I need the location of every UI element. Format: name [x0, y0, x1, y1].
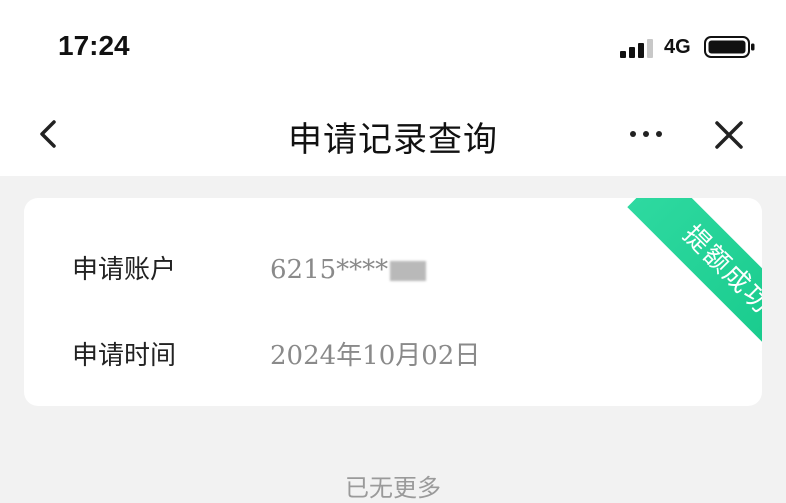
close-button[interactable] [708, 114, 750, 156]
time-value: 2024年10月02日 [270, 341, 481, 371]
masked-digits [390, 261, 427, 281]
page-title: 申请记录查询 [288, 120, 498, 160]
network-type: 4G [664, 36, 691, 58]
status-time: 17:24 [58, 30, 130, 61]
status-bar: 17:24 4G [0, 0, 786, 92]
battery-icon [704, 36, 755, 58]
more-options-button[interactable] [624, 118, 668, 150]
account-value: 6215**** [270, 255, 389, 285]
signal-bars-icon [620, 39, 653, 58]
status-ribbon: 提额成功 [602, 198, 762, 358]
time-label: 申请时间 [72, 341, 177, 371]
no-more-text: 已无更多 [345, 474, 441, 502]
status-badge: 提额成功 [627, 198, 762, 358]
account-label: 申请账户 [72, 255, 177, 285]
account-value-wrap: 6215**** [270, 250, 427, 290]
record-card[interactable]: 申请账户 6215**** 申请时间 2024年10月02日 提额成功 [24, 198, 762, 406]
nav-bar: 申请记录查询 [0, 92, 786, 176]
